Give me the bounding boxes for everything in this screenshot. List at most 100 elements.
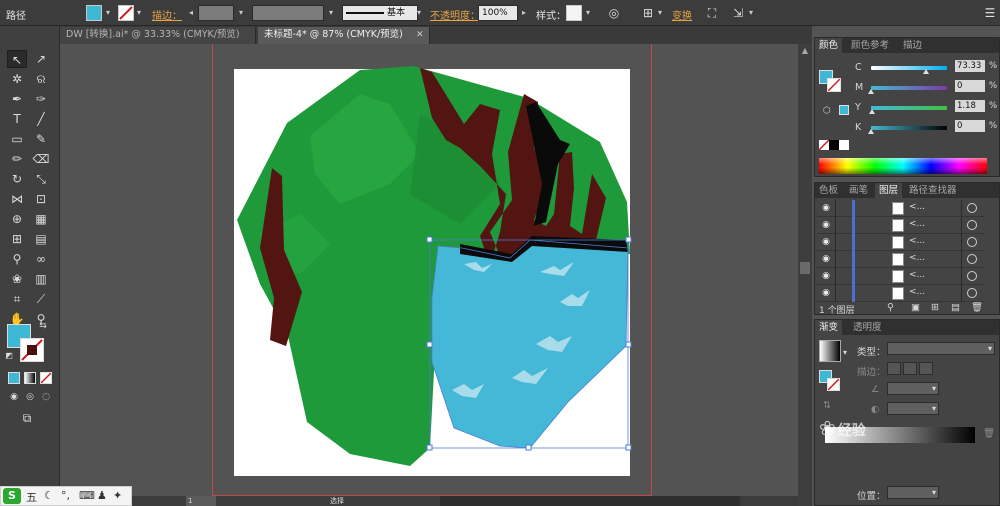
black-color-chip[interactable]	[829, 140, 839, 150]
draw-behind-icon[interactable]: ◎	[23, 390, 37, 404]
layer-name[interactable]: <...	[909, 219, 925, 229]
tab-gradient[interactable]: 渐变	[815, 320, 843, 335]
stroke-gradient-option-1[interactable]	[887, 362, 901, 375]
graphic-style-swatch[interactable]	[566, 5, 582, 21]
fill-swatch[interactable]	[86, 5, 102, 21]
new-sublayer-icon[interactable]: ⊞	[931, 302, 939, 313]
scroll-up-icon[interactable]: ▲	[800, 46, 810, 56]
layer-row[interactable]: ◉ <...	[817, 268, 985, 285]
layer-name[interactable]: <...	[909, 202, 925, 212]
slider-thumb[interactable]	[868, 89, 874, 94]
recolor-artwork-icon[interactable]: ◎	[606, 5, 622, 21]
brush-dropdown-icon[interactable]: ▾	[414, 6, 424, 20]
channel-c-value[interactable]: 73.33	[955, 60, 985, 72]
align-dropdown-icon[interactable]: ▾	[655, 6, 665, 20]
channel-y-value[interactable]: 1.18	[955, 100, 985, 112]
gamut-swatch[interactable]	[839, 105, 849, 115]
selection-handle[interactable]	[426, 341, 433, 348]
layer-name[interactable]: <...	[909, 236, 925, 246]
curvature-tool-icon[interactable]: ✑	[31, 90, 51, 108]
paintbrush-tool-icon[interactable]: ✎	[31, 130, 51, 148]
pen-tool-icon[interactable]: ✒	[7, 90, 27, 108]
delete-stop-icon[interactable]: 🗑	[983, 428, 995, 439]
pencil-tool-icon[interactable]: ✏	[7, 150, 27, 168]
lock-column[interactable]	[835, 285, 836, 302]
slider-thumb[interactable]	[923, 69, 930, 74]
eye-icon[interactable]: ◉	[819, 219, 833, 231]
lock-column[interactable]	[835, 251, 836, 268]
free-transform-tool-icon[interactable]: ⊡	[31, 190, 51, 208]
channel-c-slider[interactable]	[871, 66, 947, 74]
ime-logo-icon[interactable]: S	[3, 488, 21, 504]
selection-handle[interactable]	[426, 236, 433, 243]
target-circle-icon[interactable]	[967, 220, 977, 230]
layer-name[interactable]: <...	[909, 253, 925, 263]
layer-name[interactable]: <...	[909, 287, 925, 297]
selection-handle[interactable]	[625, 341, 632, 348]
type-tool-icon[interactable]: T	[7, 110, 27, 128]
opacity-arrow-icon[interactable]: ▸	[519, 6, 529, 20]
locate-object-icon[interactable]: ⚲	[887, 302, 894, 313]
transform-options-icon[interactable]: ⇲	[730, 5, 746, 21]
layer-row[interactable]: ◉ <...	[817, 251, 985, 268]
layer-row[interactable]: ◉ <...	[817, 285, 985, 302]
angle-input[interactable]: ▾	[887, 382, 939, 395]
stroke-gradient-option-3[interactable]	[919, 362, 933, 375]
color-mode-icon[interactable]	[8, 372, 20, 384]
tab-color[interactable]: 颜色	[815, 38, 843, 53]
column-graph-tool-icon[interactable]: ▥	[31, 270, 51, 288]
screen-mode-icon[interactable]: ⧉	[16, 410, 38, 426]
profile-dropdown-icon[interactable]: ▾	[326, 6, 336, 20]
lock-column[interactable]	[835, 217, 836, 234]
eraser-tool-icon[interactable]: ⌫	[31, 150, 51, 168]
magic-wand-tool-icon[interactable]: ✲	[7, 70, 27, 88]
canvas-area[interactable]	[60, 44, 798, 496]
clipping-mask-icon[interactable]: ▣	[911, 302, 920, 313]
layer-name[interactable]: <...	[909, 270, 925, 280]
shape-builder-tool-icon[interactable]: ⊕	[7, 210, 27, 228]
page-number-field[interactable]: 1	[186, 496, 216, 506]
default-colors-icon[interactable]: ◩	[3, 350, 15, 362]
stroke-color-box[interactable]	[20, 338, 44, 362]
tab-dw-document[interactable]: DW [转换].ai* @ 33.33% (CMYK/预览)	[60, 27, 256, 44]
tab-stroke[interactable]: 描边	[899, 38, 926, 53]
rotate-tool-icon[interactable]: ↻	[7, 170, 27, 188]
eye-icon[interactable]: ◉	[819, 253, 833, 265]
punctuation-icon[interactable]: °,	[61, 489, 70, 502]
tab-layers[interactable]: 图层	[875, 183, 903, 198]
ime-mode-label[interactable]: 五	[26, 489, 37, 505]
layer-row[interactable]: ◉ <...	[817, 234, 985, 251]
channel-k-value[interactable]: 0	[955, 120, 985, 132]
tab-transparency[interactable]: 透明度	[849, 320, 886, 335]
panel-menu-icon[interactable]: ☰	[982, 5, 998, 21]
stroke-label[interactable]: 描边：	[152, 7, 182, 22]
mesh-tool-icon[interactable]: ⊞	[7, 230, 27, 248]
selection-handle[interactable]	[625, 236, 632, 243]
slider-thumb[interactable]	[868, 129, 874, 134]
gradient-mode-icon[interactable]	[24, 372, 36, 384]
direct-selection-tool-icon[interactable]: ↗	[31, 50, 51, 68]
stroke-weight-stepper[interactable]: ◂	[186, 6, 196, 20]
eye-icon[interactable]: ◉	[819, 202, 833, 214]
gradient-tool-icon[interactable]: ▤	[31, 230, 51, 248]
gradient-preview[interactable]	[819, 340, 841, 362]
scale-tool-icon[interactable]: ⤡	[31, 170, 51, 188]
opacity-input[interactable]: 100%	[478, 5, 518, 21]
stroke-weight-dropdown-icon[interactable]: ▾	[236, 6, 246, 20]
keyboard-icon[interactable]: ⌨	[79, 489, 95, 502]
gradient-type-dropdown[interactable]: ▾	[887, 342, 995, 355]
target-circle-icon[interactable]	[967, 254, 977, 264]
eyedropper-tool-icon[interactable]: ⚲	[7, 250, 27, 268]
panel-stroke-swatch[interactable]	[827, 78, 841, 92]
channel-m-value[interactable]: 0	[955, 80, 985, 92]
tab-brushes[interactable]: 画笔	[845, 183, 872, 198]
transform-dropdown-icon[interactable]: ▾	[746, 6, 756, 20]
white-color-chip[interactable]	[839, 140, 849, 150]
layer-row[interactable]: ◉ <...	[817, 217, 985, 234]
tab-color-guide[interactable]: 颜色参考	[847, 38, 893, 53]
horizontal-scrollbar[interactable]	[440, 496, 740, 506]
lock-column[interactable]	[835, 200, 836, 217]
aspect-ratio-input[interactable]: ▾	[887, 402, 939, 415]
channel-m-slider[interactable]	[868, 86, 947, 94]
selection-tool-icon[interactable]: ↖	[7, 50, 27, 68]
